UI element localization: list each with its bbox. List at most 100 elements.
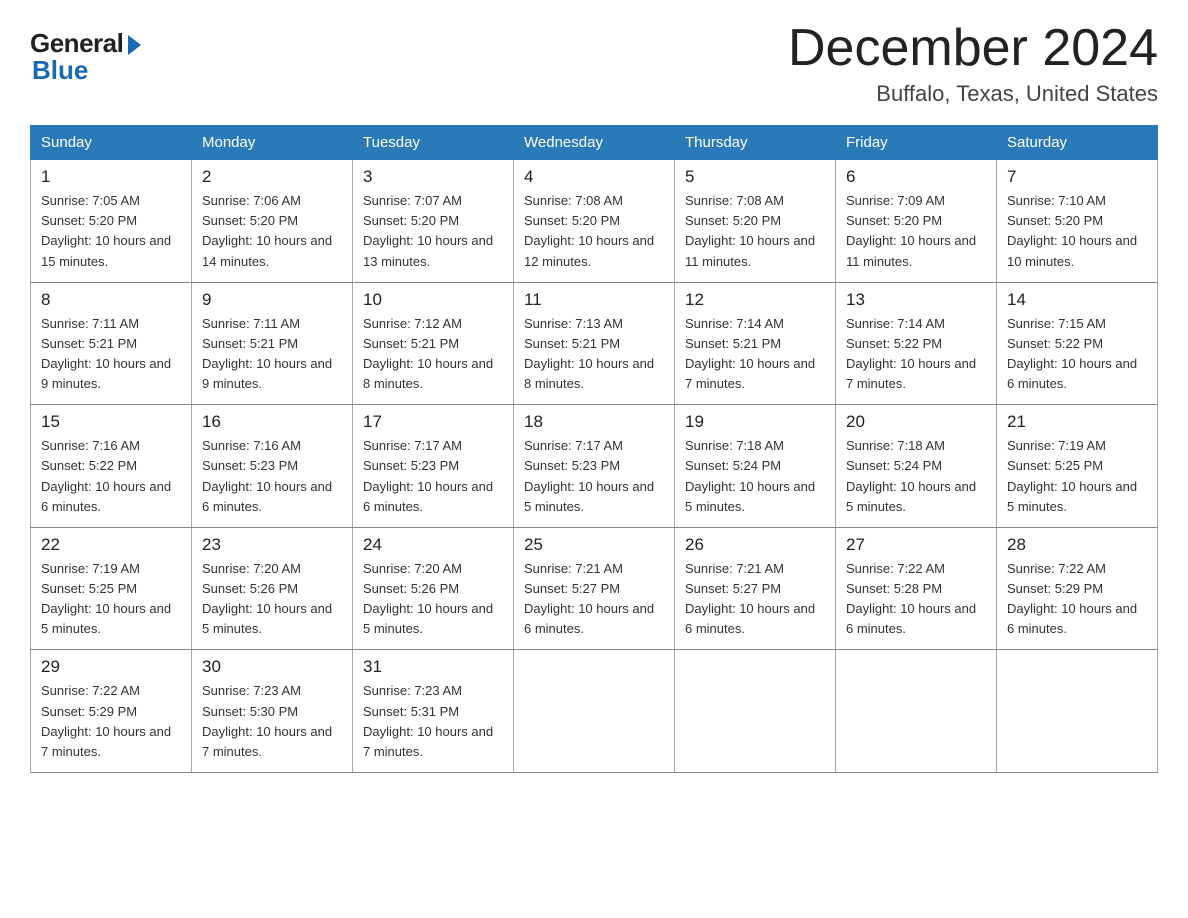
week-row-4: 22 Sunrise: 7:19 AMSunset: 5:25 PMDaylig… <box>31 527 1158 650</box>
weekday-header-row: SundayMondayTuesdayWednesdayThursdayFrid… <box>31 126 1158 160</box>
calendar-cell <box>675 650 836 773</box>
calendar-cell: 9 Sunrise: 7:11 AMSunset: 5:21 PMDayligh… <box>192 282 353 405</box>
day-info: Sunrise: 7:17 AMSunset: 5:23 PMDaylight:… <box>363 438 493 513</box>
day-info: Sunrise: 7:19 AMSunset: 5:25 PMDaylight:… <box>41 561 171 636</box>
weekday-header-monday: Monday <box>192 126 353 160</box>
calendar-cell: 6 Sunrise: 7:09 AMSunset: 5:20 PMDayligh… <box>836 160 997 283</box>
calendar-cell: 1 Sunrise: 7:05 AMSunset: 5:20 PMDayligh… <box>31 160 192 283</box>
day-number: 12 <box>685 290 825 310</box>
day-info: Sunrise: 7:19 AMSunset: 5:25 PMDaylight:… <box>1007 438 1137 513</box>
day-number: 19 <box>685 412 825 432</box>
calendar-cell: 27 Sunrise: 7:22 AMSunset: 5:28 PMDaylig… <box>836 527 997 650</box>
calendar-cell: 14 Sunrise: 7:15 AMSunset: 5:22 PMDaylig… <box>997 282 1158 405</box>
day-number: 5 <box>685 167 825 187</box>
day-info: Sunrise: 7:07 AMSunset: 5:20 PMDaylight:… <box>363 193 493 268</box>
calendar-cell: 20 Sunrise: 7:18 AMSunset: 5:24 PMDaylig… <box>836 405 997 528</box>
calendar-cell <box>836 650 997 773</box>
day-number: 15 <box>41 412 181 432</box>
day-info: Sunrise: 7:14 AMSunset: 5:21 PMDaylight:… <box>685 316 815 391</box>
calendar-cell: 30 Sunrise: 7:23 AMSunset: 5:30 PMDaylig… <box>192 650 353 773</box>
day-info: Sunrise: 7:15 AMSunset: 5:22 PMDaylight:… <box>1007 316 1137 391</box>
calendar-cell: 31 Sunrise: 7:23 AMSunset: 5:31 PMDaylig… <box>353 650 514 773</box>
location-title: Buffalo, Texas, United States <box>788 81 1158 107</box>
week-row-3: 15 Sunrise: 7:16 AMSunset: 5:22 PMDaylig… <box>31 405 1158 528</box>
calendar-cell: 5 Sunrise: 7:08 AMSunset: 5:20 PMDayligh… <box>675 160 836 283</box>
day-info: Sunrise: 7:16 AMSunset: 5:22 PMDaylight:… <box>41 438 171 513</box>
day-info: Sunrise: 7:23 AMSunset: 5:30 PMDaylight:… <box>202 683 332 758</box>
calendar-cell: 7 Sunrise: 7:10 AMSunset: 5:20 PMDayligh… <box>997 160 1158 283</box>
day-info: Sunrise: 7:22 AMSunset: 5:28 PMDaylight:… <box>846 561 976 636</box>
day-number: 4 <box>524 167 664 187</box>
day-info: Sunrise: 7:23 AMSunset: 5:31 PMDaylight:… <box>363 683 493 758</box>
calendar-cell: 13 Sunrise: 7:14 AMSunset: 5:22 PMDaylig… <box>836 282 997 405</box>
calendar-cell: 15 Sunrise: 7:16 AMSunset: 5:22 PMDaylig… <box>31 405 192 528</box>
calendar-cell: 3 Sunrise: 7:07 AMSunset: 5:20 PMDayligh… <box>353 160 514 283</box>
day-number: 26 <box>685 535 825 555</box>
day-info: Sunrise: 7:20 AMSunset: 5:26 PMDaylight:… <box>202 561 332 636</box>
day-info: Sunrise: 7:22 AMSunset: 5:29 PMDaylight:… <box>41 683 171 758</box>
day-number: 28 <box>1007 535 1147 555</box>
day-number: 1 <box>41 167 181 187</box>
day-info: Sunrise: 7:20 AMSunset: 5:26 PMDaylight:… <box>363 561 493 636</box>
calendar-cell: 21 Sunrise: 7:19 AMSunset: 5:25 PMDaylig… <box>997 405 1158 528</box>
day-number: 16 <box>202 412 342 432</box>
day-info: Sunrise: 7:06 AMSunset: 5:20 PMDaylight:… <box>202 193 332 268</box>
day-number: 23 <box>202 535 342 555</box>
day-info: Sunrise: 7:05 AMSunset: 5:20 PMDaylight:… <box>41 193 171 268</box>
day-number: 14 <box>1007 290 1147 310</box>
day-info: Sunrise: 7:17 AMSunset: 5:23 PMDaylight:… <box>524 438 654 513</box>
day-number: 30 <box>202 657 342 677</box>
weekday-header-wednesday: Wednesday <box>514 126 675 160</box>
weekday-header-saturday: Saturday <box>997 126 1158 160</box>
logo: General Blue <box>30 20 141 86</box>
day-info: Sunrise: 7:21 AMSunset: 5:27 PMDaylight:… <box>524 561 654 636</box>
logo-arrow-icon <box>128 35 141 55</box>
calendar-cell: 25 Sunrise: 7:21 AMSunset: 5:27 PMDaylig… <box>514 527 675 650</box>
day-number: 7 <box>1007 167 1147 187</box>
weekday-header-tuesday: Tuesday <box>353 126 514 160</box>
day-number: 24 <box>363 535 503 555</box>
day-number: 13 <box>846 290 986 310</box>
day-number: 21 <box>1007 412 1147 432</box>
calendar-cell: 17 Sunrise: 7:17 AMSunset: 5:23 PMDaylig… <box>353 405 514 528</box>
calendar-cell: 10 Sunrise: 7:12 AMSunset: 5:21 PMDaylig… <box>353 282 514 405</box>
day-number: 11 <box>524 290 664 310</box>
calendar-cell: 12 Sunrise: 7:14 AMSunset: 5:21 PMDaylig… <box>675 282 836 405</box>
weekday-header-thursday: Thursday <box>675 126 836 160</box>
day-info: Sunrise: 7:21 AMSunset: 5:27 PMDaylight:… <box>685 561 815 636</box>
day-number: 2 <box>202 167 342 187</box>
day-info: Sunrise: 7:09 AMSunset: 5:20 PMDaylight:… <box>846 193 976 268</box>
week-row-5: 29 Sunrise: 7:22 AMSunset: 5:29 PMDaylig… <box>31 650 1158 773</box>
day-number: 17 <box>363 412 503 432</box>
calendar-cell: 8 Sunrise: 7:11 AMSunset: 5:21 PMDayligh… <box>31 282 192 405</box>
day-info: Sunrise: 7:11 AMSunset: 5:21 PMDaylight:… <box>202 316 332 391</box>
weekday-header-sunday: Sunday <box>31 126 192 160</box>
calendar-cell: 18 Sunrise: 7:17 AMSunset: 5:23 PMDaylig… <box>514 405 675 528</box>
calendar-cell: 22 Sunrise: 7:19 AMSunset: 5:25 PMDaylig… <box>31 527 192 650</box>
day-number: 10 <box>363 290 503 310</box>
day-number: 18 <box>524 412 664 432</box>
day-number: 8 <box>41 290 181 310</box>
calendar-cell: 2 Sunrise: 7:06 AMSunset: 5:20 PMDayligh… <box>192 160 353 283</box>
day-number: 31 <box>363 657 503 677</box>
day-info: Sunrise: 7:16 AMSunset: 5:23 PMDaylight:… <box>202 438 332 513</box>
day-number: 27 <box>846 535 986 555</box>
week-row-2: 8 Sunrise: 7:11 AMSunset: 5:21 PMDayligh… <box>31 282 1158 405</box>
calendar-cell: 26 Sunrise: 7:21 AMSunset: 5:27 PMDaylig… <box>675 527 836 650</box>
header-area: General Blue December 2024 Buffalo, Texa… <box>30 20 1158 107</box>
day-info: Sunrise: 7:11 AMSunset: 5:21 PMDaylight:… <box>41 316 171 391</box>
day-info: Sunrise: 7:22 AMSunset: 5:29 PMDaylight:… <box>1007 561 1137 636</box>
day-number: 3 <box>363 167 503 187</box>
calendar-cell <box>997 650 1158 773</box>
day-info: Sunrise: 7:18 AMSunset: 5:24 PMDaylight:… <box>685 438 815 513</box>
calendar-cell: 11 Sunrise: 7:13 AMSunset: 5:21 PMDaylig… <box>514 282 675 405</box>
day-info: Sunrise: 7:12 AMSunset: 5:21 PMDaylight:… <box>363 316 493 391</box>
day-number: 20 <box>846 412 986 432</box>
title-area: December 2024 Buffalo, Texas, United Sta… <box>788 20 1158 107</box>
calendar-cell <box>514 650 675 773</box>
weekday-header-friday: Friday <box>836 126 997 160</box>
month-title: December 2024 <box>788 20 1158 77</box>
day-number: 22 <box>41 535 181 555</box>
calendar-cell: 29 Sunrise: 7:22 AMSunset: 5:29 PMDaylig… <box>31 650 192 773</box>
calendar-cell: 16 Sunrise: 7:16 AMSunset: 5:23 PMDaylig… <box>192 405 353 528</box>
